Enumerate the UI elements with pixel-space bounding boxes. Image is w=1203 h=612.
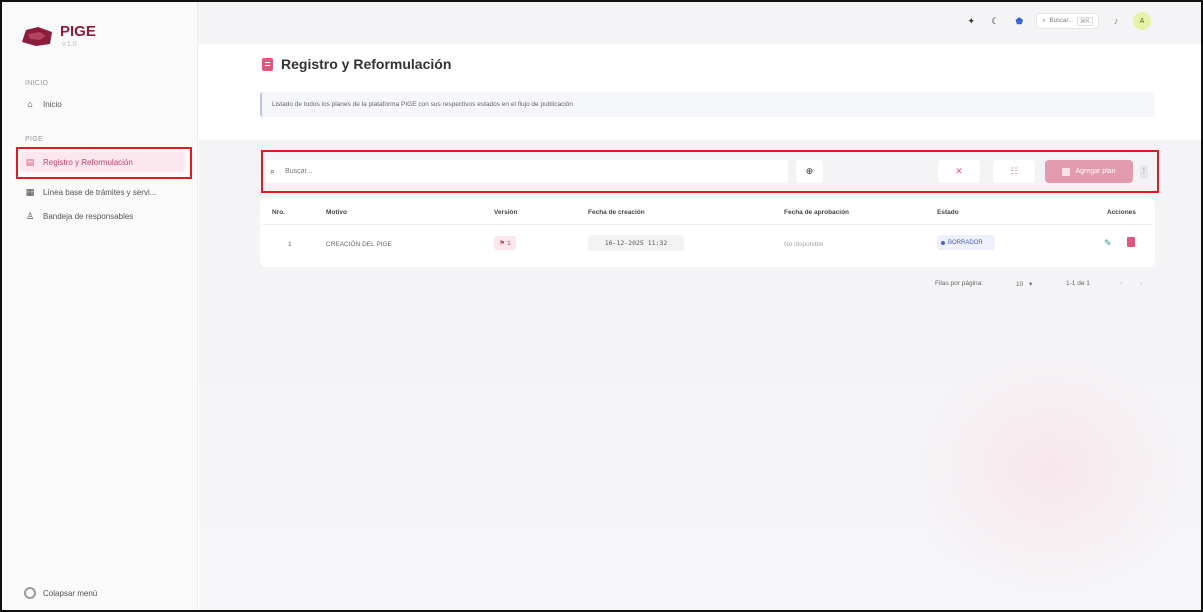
collapse-menu-button[interactable]: Colapsar menú bbox=[24, 587, 97, 599]
rows-per-page-value: 10 bbox=[1016, 281, 1024, 288]
status-dot-icon bbox=[941, 240, 945, 245]
brand[interactable]: PIGE v.1.0 bbox=[20, 24, 96, 49]
status-badge: BORRADOR bbox=[937, 235, 995, 250]
chevron-down-icon: ▾ bbox=[1029, 281, 1033, 288]
database-icon: ▦ bbox=[25, 186, 35, 197]
sparkle-icon[interactable]: ✦ bbox=[964, 14, 978, 28]
page-title-text: Registro y Reformulación bbox=[281, 56, 452, 72]
info-banner: Listado de todos los planes de la plataf… bbox=[260, 92, 1155, 117]
chevron-right-icon[interactable]: › bbox=[1140, 280, 1142, 287]
cell-fecha-creacion: 16-12-2025 11:32 bbox=[588, 235, 684, 251]
moon-icon[interactable]: ☾ bbox=[988, 14, 1002, 28]
pige-logo-icon bbox=[20, 24, 54, 48]
search-icon: ⌕ bbox=[1042, 17, 1046, 24]
trash-icon[interactable] bbox=[1127, 237, 1135, 247]
section-label-pige: PIGE bbox=[25, 136, 43, 143]
column-header-estado[interactable]: Estado bbox=[937, 209, 959, 216]
column-header-acciones: Acciones bbox=[1107, 209, 1136, 216]
column-header-motivo[interactable]: Motivo bbox=[326, 209, 347, 216]
avatar[interactable]: A bbox=[1133, 12, 1151, 30]
cell-version: 1 bbox=[507, 239, 511, 247]
sidebar bbox=[2, 2, 198, 610]
column-header-fecha-creacion[interactable]: Fecha de creación bbox=[588, 209, 645, 216]
cell-motivo: CREACIÓN DEL PIGE bbox=[326, 241, 392, 248]
search-shortcut: ⌘K bbox=[1076, 16, 1093, 26]
topbar: ✦ ☾ ⬟ ⌕ Buscar... ⌘K ♪ A bbox=[198, 2, 1201, 44]
sidebar-item-bandeja[interactable]: ♙ Bandeja de responsables bbox=[24, 208, 133, 224]
document-icon bbox=[262, 57, 273, 71]
chevron-left-icon[interactable]: ‹ bbox=[1120, 280, 1122, 287]
global-search[interactable]: ⌕ Buscar... ⌘K bbox=[1036, 13, 1099, 29]
global-search-placeholder: Buscar... bbox=[1049, 18, 1073, 24]
brand-name: PIGE bbox=[60, 23, 96, 40]
version-badge: ⚑ 1 bbox=[494, 236, 516, 250]
user-icon: ♙ bbox=[25, 210, 35, 221]
rows-per-page-label: Filas por página: bbox=[935, 280, 984, 287]
shield-icon[interactable]: ⬟ bbox=[1012, 14, 1026, 28]
cell-nro: 1 bbox=[288, 241, 292, 248]
brand-version: v.1.0 bbox=[62, 41, 77, 48]
column-header-nro[interactable]: Nro. bbox=[272, 209, 285, 216]
cell-estado: BORRADOR bbox=[948, 239, 983, 246]
bell-icon[interactable]: ♪ bbox=[1109, 14, 1123, 28]
page-title: Registro y Reformulación bbox=[262, 56, 451, 72]
highlight-box-toolbar bbox=[261, 150, 1159, 193]
column-header-fecha-aprobacion[interactable]: Fecha de aprobación bbox=[784, 209, 849, 216]
home-icon: ⌂ bbox=[27, 99, 33, 109]
sidebar-item-label: Bandeja de responsables bbox=[43, 211, 134, 221]
sidebar-item-label: Línea base de trámites y servi... bbox=[43, 187, 157, 197]
pagination-range: 1-1 de 1 bbox=[1066, 280, 1090, 287]
column-header-version[interactable]: Versión bbox=[494, 209, 517, 216]
table-header-divider bbox=[262, 224, 1152, 225]
sidebar-item-inicio[interactable]: ⌂ Inicio bbox=[24, 96, 62, 112]
plans-table bbox=[260, 198, 1155, 267]
section-label-inicio: INICIO bbox=[25, 80, 49, 87]
flag-icon: ⚑ bbox=[499, 240, 506, 247]
collapse-icon bbox=[24, 587, 36, 599]
collapse-label: Colapsar menú bbox=[43, 588, 98, 598]
highlight-box-sidebar bbox=[16, 147, 192, 179]
sidebar-item-linea-base[interactable]: ▦ Línea base de trámites y servi... bbox=[24, 184, 157, 200]
cell-fecha-aprobacion: No disponible bbox=[784, 241, 824, 248]
edit-icon[interactable]: ✎ bbox=[1104, 238, 1112, 249]
rows-per-page-select[interactable]: 10 ▾ bbox=[1016, 280, 1032, 288]
sidebar-item-label: Inicio bbox=[43, 99, 62, 109]
background-glow bbox=[900, 340, 1200, 600]
